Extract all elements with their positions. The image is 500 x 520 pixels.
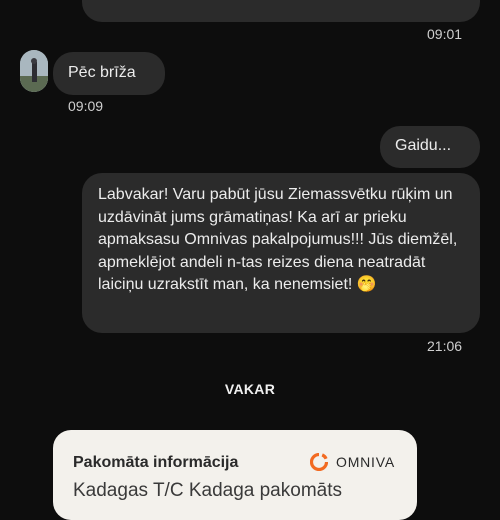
locker-address: Kadagas T/C Kadaga pakomāts (73, 480, 342, 501)
message-incoming[interactable]: Pēc brīža (53, 52, 165, 95)
parcel-locker-card[interactable]: Pakomāta informācija OMNIVA Kadagas T/C … (53, 430, 417, 520)
omniva-logo-icon (310, 453, 328, 471)
avatar[interactable] (20, 50, 48, 92)
day-separator: VAKAR (224, 381, 276, 397)
message-outgoing-long[interactable]: Labvakar! Varu pabūt jūsu Ziemassvētku r… (82, 173, 480, 333)
brand-name: OMNIVA (336, 454, 395, 470)
brand-logo: OMNIVA (310, 453, 395, 471)
user-photo-icon (20, 50, 48, 92)
message-time: 09:09 (68, 98, 104, 114)
message-time: 09:01 (427, 26, 463, 42)
message-text: Pēc brīža (68, 64, 136, 81)
card-title: Pakomāta informācija (73, 454, 239, 471)
message-time: 21:06 (427, 338, 463, 354)
message-text: Gaidu... (395, 137, 452, 154)
message-outgoing[interactable]: Gaidu... (380, 126, 480, 168)
message-text: Labvakar! Varu pabūt jūsu Ziemassvētku r… (98, 186, 458, 294)
message-outgoing-partial[interactable]: izdosies (82, 0, 480, 22)
